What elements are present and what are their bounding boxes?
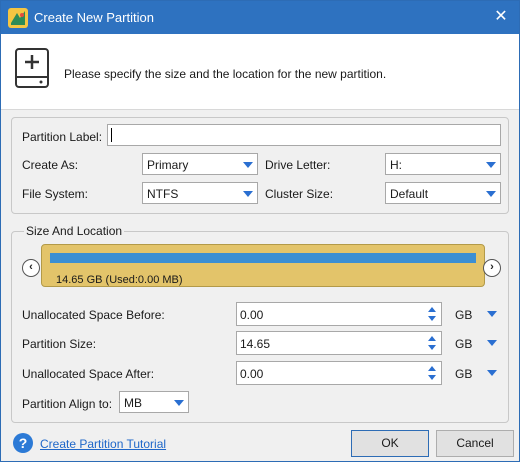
spin-down-icon[interactable]	[428, 316, 436, 321]
ok-button[interactable]: OK	[351, 430, 429, 457]
unit-chevron-down-icon[interactable]	[487, 370, 497, 376]
partition-map-block[interactable]: 14.65 GB (Used:0.00 MB)	[41, 244, 485, 287]
close-icon[interactable]: ✕	[489, 5, 513, 29]
align-label: Partition Align to:	[22, 397, 113, 411]
unallocated-before-stepper[interactable]: 0.00	[236, 302, 442, 326]
disk-add-icon	[15, 48, 49, 88]
scroll-right-button[interactable]: ›	[483, 259, 501, 277]
drive-letter-label: Drive Letter:	[265, 158, 331, 172]
scroll-left-button[interactable]: ‹	[22, 259, 40, 277]
chevron-down-icon	[243, 162, 253, 168]
file-system-value: NTFS	[147, 187, 179, 201]
unallocated-before-unit: GB	[455, 308, 473, 322]
drive-letter-value: H:	[390, 158, 402, 172]
unallocated-before-label: Unallocated Space Before:	[22, 308, 165, 322]
align-value: MB	[124, 396, 142, 410]
size-location-legend: Size And Location	[24, 224, 125, 238]
cluster-size-select[interactable]: Default	[385, 182, 501, 204]
partition-label-input[interactable]	[107, 124, 501, 146]
chevron-down-icon	[486, 191, 496, 197]
tutorial-link[interactable]: Create Partition Tutorial	[40, 437, 166, 451]
spin-down-icon[interactable]	[428, 345, 436, 350]
cluster-size-label: Cluster Size:	[265, 187, 334, 201]
unit-chevron-down-icon[interactable]	[487, 340, 497, 346]
unallocated-after-stepper[interactable]: 0.00	[236, 361, 442, 385]
cluster-size-value: Default	[390, 187, 429, 201]
instruction-text: Please specify the size and the location…	[64, 67, 387, 81]
partition-label-label: Partition Label:	[22, 130, 103, 144]
app-logo-icon	[8, 8, 28, 28]
unit-chevron-down-icon[interactable]	[487, 311, 497, 317]
partition-size-label: Partition Size:	[22, 337, 97, 351]
spin-down-icon[interactable]	[428, 375, 436, 380]
create-as-value: Primary	[147, 158, 189, 172]
help-icon[interactable]: ?	[13, 433, 33, 453]
partition-size-value: 14.65	[240, 337, 271, 351]
spin-up-icon[interactable]	[428, 366, 436, 371]
partition-size-stepper[interactable]: 14.65	[236, 331, 442, 355]
unallocated-after-value: 0.00	[240, 367, 264, 381]
dialog-header: Please specify the size and the location…	[1, 34, 519, 110]
unallocated-after-label: Unallocated Space After:	[22, 367, 155, 381]
chevron-down-icon	[486, 162, 496, 168]
file-system-select[interactable]: NTFS	[142, 182, 258, 204]
create-as-label: Create As:	[22, 158, 79, 172]
partition-used-bar	[50, 253, 476, 263]
file-system-label: File System:	[22, 187, 89, 201]
spin-up-icon[interactable]	[428, 336, 436, 341]
create-partition-dialog: Create New Partition ✕ Please specify th…	[0, 0, 520, 462]
window-title: Create New Partition	[34, 10, 154, 25]
spin-up-icon[interactable]	[428, 307, 436, 312]
drive-letter-select[interactable]: H:	[385, 153, 501, 175]
partition-size-unit: GB	[455, 337, 473, 351]
partition-bar-text: 14.65 GB (Used:0.00 MB)	[56, 274, 183, 286]
create-as-select[interactable]: Primary	[142, 153, 258, 175]
unallocated-after-unit: GB	[455, 367, 473, 381]
unallocated-before-value: 0.00	[240, 308, 264, 322]
align-select[interactable]: MB	[119, 391, 189, 413]
chevron-down-icon	[243, 191, 253, 197]
text-caret	[111, 128, 112, 142]
chevron-down-icon	[174, 400, 184, 406]
title-bar: Create New Partition ✕	[1, 1, 519, 34]
cancel-button[interactable]: Cancel	[436, 430, 514, 457]
